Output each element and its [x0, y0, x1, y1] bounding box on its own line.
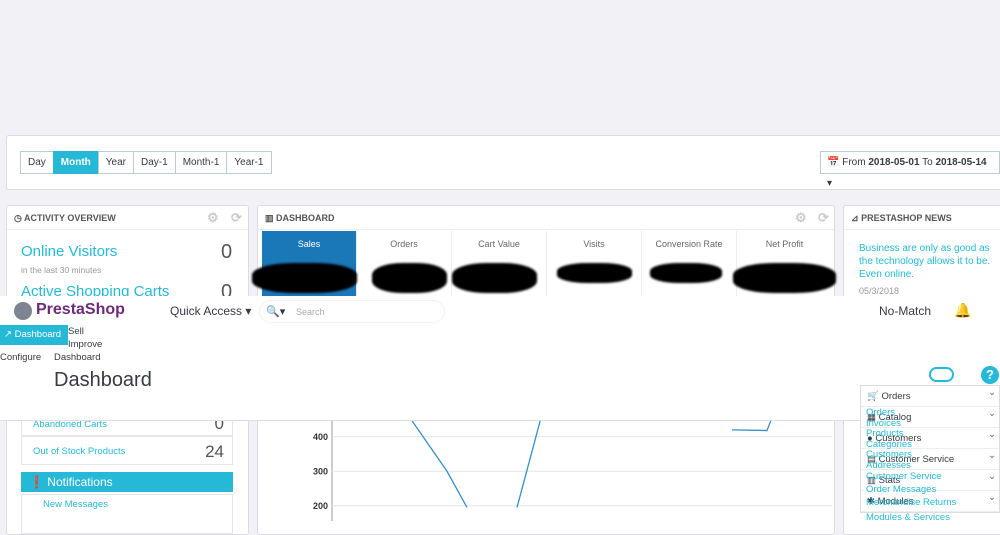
submenu-customers[interactable]: Customers [866, 449, 912, 460]
submenu-customer-service[interactable]: Customer Service [866, 471, 942, 482]
rss-icon: ⊿ [851, 213, 859, 223]
logo-icon [14, 302, 32, 320]
online-count: 0 [221, 241, 233, 263]
online-visitors-link[interactable]: Online Visitors [21, 243, 117, 260]
period-year[interactable]: Year [97, 151, 135, 174]
y-tick-label: 400 [313, 432, 328, 442]
submenu-modules-services[interactable]: Modules & Services [866, 512, 950, 523]
redaction [452, 263, 537, 293]
nav-dashboard[interactable]: ↗ Dashboard [0, 325, 68, 345]
search-icon[interactable]: 🔍▾ [266, 305, 285, 318]
period-buttons: Day Month Year Day-1 Month-1 Year-1 [20, 151, 272, 174]
nav-configure[interactable]: Configure [0, 352, 41, 363]
period-month-1[interactable]: Month-1 [174, 151, 228, 174]
breadcrumb[interactable]: Dashboard [54, 352, 100, 363]
submenu-products[interactable]: Products [866, 428, 904, 439]
page-title: Dashboard [54, 369, 152, 391]
period-day[interactable]: Day [20, 151, 54, 174]
clock-icon: ◷ [14, 213, 22, 223]
refresh-icon[interactable]: ⟳ [818, 206, 829, 230]
menu-orders[interactable]: 🛒 Orders [861, 382, 999, 407]
alert-icon: ❗ [29, 475, 44, 489]
new-messages-tab[interactable]: New Messages [43, 499, 108, 510]
y-tick-label: 300 [313, 466, 328, 476]
y-tick-label: 200 [313, 501, 328, 511]
sales-line [403, 410, 468, 508]
bar-chart-icon: ▥ [265, 213, 274, 223]
redaction [372, 263, 447, 293]
news-date: 05/3/2018 [859, 286, 900, 296]
logo[interactable]: PrestaShop [36, 301, 125, 319]
notifications-tabs: New Messages [21, 494, 233, 534]
notifications-header: ❗ Notifications [21, 472, 233, 492]
top-header [0, 296, 1000, 421]
submenu-addresses[interactable]: Addresses [866, 460, 911, 471]
gear-icon[interactable]: ⚙ [207, 206, 219, 230]
quick-access-dropdown[interactable]: Quick Access ▾ [170, 304, 251, 318]
out-of-stock-row[interactable]: Out of Stock Products 24 [21, 436, 233, 465]
gear-icon[interactable]: ⚙ [795, 206, 807, 230]
period-month[interactable]: Month [52, 151, 99, 174]
period-day-1[interactable]: Day-1 [133, 151, 176, 174]
submenu-orders[interactable]: Orders [866, 407, 895, 418]
period-year-1[interactable]: Year-1 [226, 151, 272, 174]
redaction [557, 263, 632, 283]
submenu-order-messages[interactable]: Order Messages [866, 484, 936, 495]
redaction [650, 263, 722, 283]
date-range-button[interactable]: 📅 From 2018-05-01 To 2018-05-14 ▾ [820, 151, 1000, 189]
sales-line [516, 410, 544, 508]
sales-chart: 500400300200 [313, 410, 832, 521]
nav-improve[interactable]: Improve [68, 339, 102, 350]
redaction [733, 263, 836, 293]
trend-icon: ↗ [4, 329, 12, 340]
toggle-icon[interactable] [929, 367, 954, 382]
submenu-merchandise-returns[interactable]: Merchandise Returns [866, 497, 956, 508]
news-headline[interactable]: Business are only as good as the technol… [859, 242, 1000, 281]
online-sub: in the last 30 minutes [21, 265, 102, 275]
bell-icon[interactable]: 🔔 [954, 302, 971, 319]
redaction [252, 263, 357, 293]
calendar-icon: 📅 [827, 157, 840, 168]
shop-name[interactable]: No-Match [879, 304, 931, 318]
refresh-icon[interactable]: ⟳ [231, 206, 242, 230]
nav-sell[interactable]: Sell [68, 326, 84, 337]
search-input[interactable]: 🔍▾ Search [259, 300, 445, 323]
